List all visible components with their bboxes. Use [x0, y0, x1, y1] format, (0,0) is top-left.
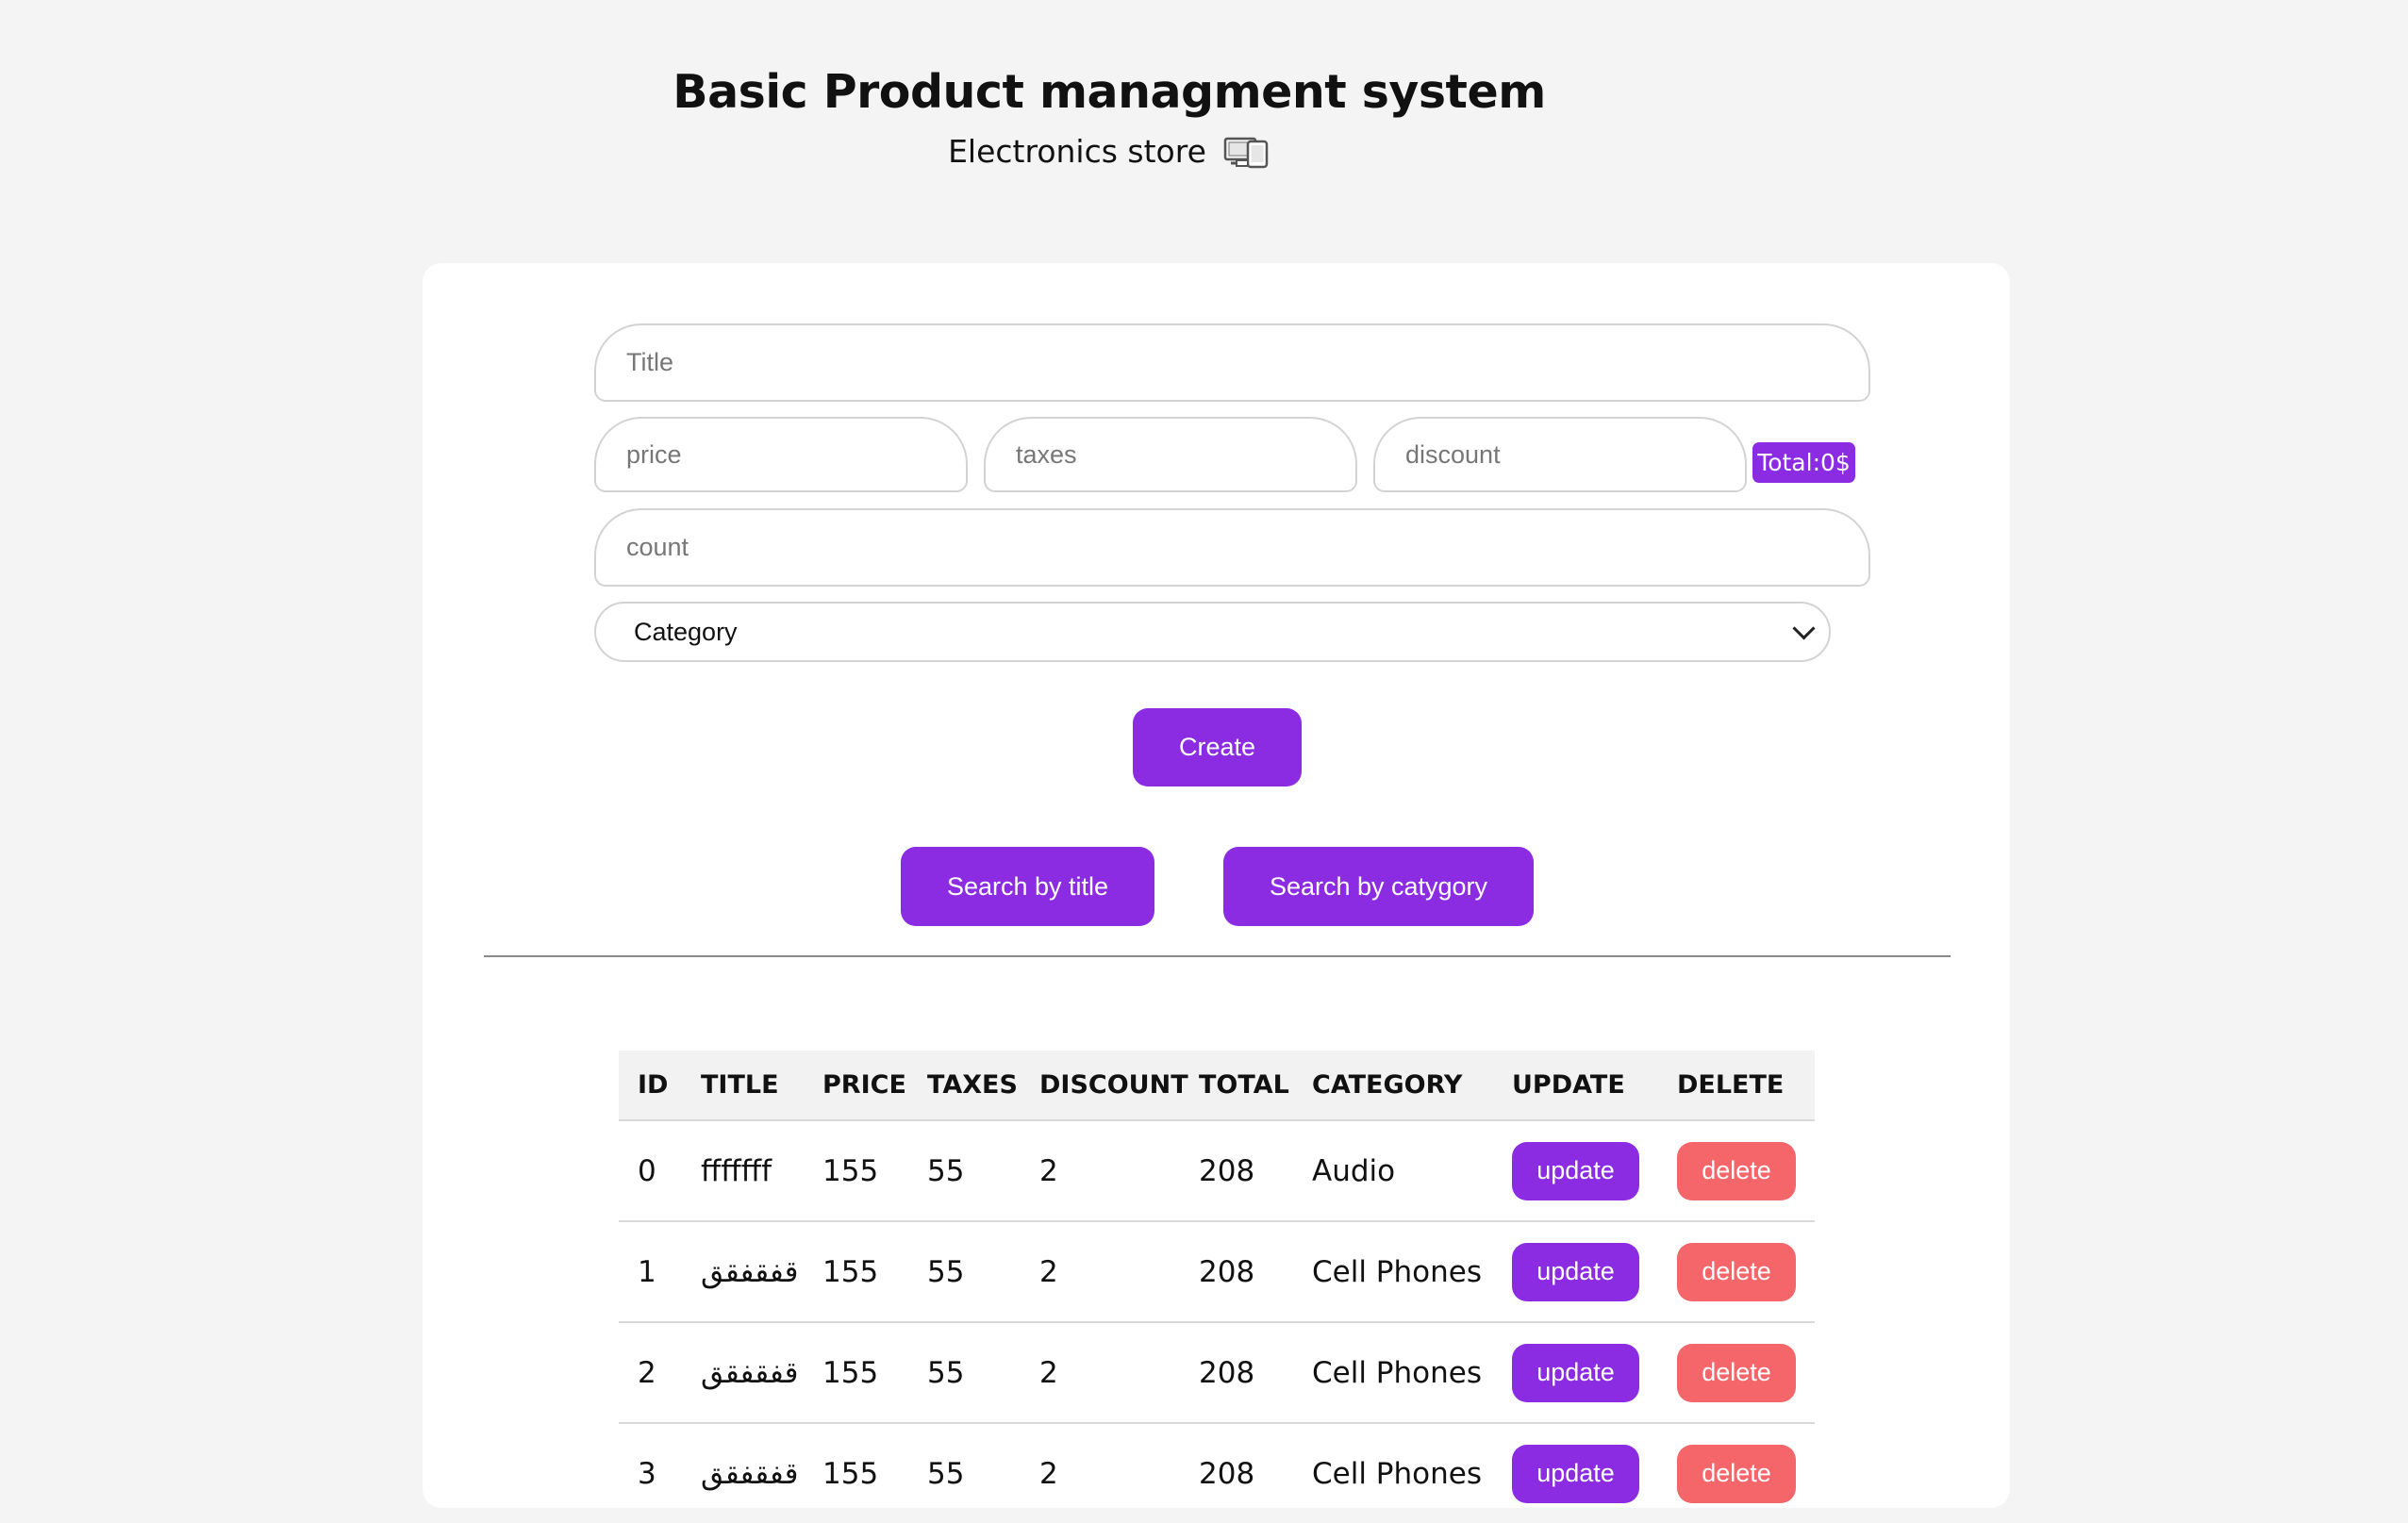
page-subtitle: Electronics store — [948, 126, 1270, 177]
cell-id: 3 — [638, 1456, 656, 1491]
cell-delete: delete — [1658, 1242, 1815, 1301]
cell-total: 208 — [1199, 1254, 1255, 1289]
cell-taxes: 55 — [927, 1456, 965, 1491]
update-button[interactable]: update — [1512, 1444, 1639, 1503]
delete-button[interactable]: delete — [1677, 1444, 1796, 1503]
header-taxes: TAXES — [927, 1070, 1018, 1100]
cell-price: 155 — [822, 1355, 879, 1390]
category-select-value: Category — [634, 617, 738, 646]
title-input[interactable]: Title — [594, 323, 1870, 402]
header-total: TOTAL — [1199, 1070, 1289, 1100]
cell-id: 2 — [638, 1355, 656, 1390]
cell-discount: 2 — [1039, 1153, 1058, 1188]
cell-total: 208 — [1199, 1153, 1255, 1188]
cell-update: update — [1493, 1141, 1658, 1200]
page-title: Basic Product managment system — [673, 65, 1546, 119]
cell-discount: 2 — [1039, 1254, 1058, 1289]
cell-price: 155 — [822, 1153, 879, 1188]
price-input-placeholder: price — [626, 439, 682, 469]
cell-price: 155 — [822, 1254, 879, 1289]
cell-taxes: 55 — [927, 1355, 965, 1390]
cell-id: 0 — [638, 1153, 656, 1188]
cell-delete: delete — [1658, 1444, 1815, 1503]
page-header: Basic Product managment system Electroni… — [0, 58, 2218, 177]
products-table: ID TITLE PRICE TAXES DISCOUNT TOTAL CATE… — [619, 1051, 1815, 1523]
title-input-placeholder: Title — [626, 348, 674, 376]
update-button[interactable]: update — [1512, 1141, 1639, 1200]
search-by-category-button[interactable]: Search by catygory — [1223, 847, 1534, 926]
create-button[interactable]: Create — [1133, 708, 1302, 786]
cell-delete: delete — [1658, 1343, 1815, 1402]
cell-update: update — [1493, 1343, 1658, 1402]
cell-taxes: 55 — [927, 1254, 965, 1289]
cell-total: 208 — [1199, 1456, 1255, 1491]
cell-category: Cell Phones — [1312, 1355, 1482, 1390]
update-button[interactable]: update — [1512, 1343, 1639, 1402]
cell-discount: 2 — [1039, 1355, 1058, 1390]
delete-button[interactable]: delete — [1677, 1343, 1796, 1402]
update-button[interactable]: update — [1512, 1242, 1639, 1301]
header-update: UPDATE — [1512, 1070, 1625, 1100]
header-id: ID — [638, 1070, 669, 1100]
header-category: CATEGORY — [1312, 1070, 1463, 1100]
delete-button[interactable]: delete — [1677, 1141, 1796, 1200]
subtitle-text: Electronics store — [948, 133, 1206, 170]
cell-title: قفقفقق — [701, 1355, 799, 1390]
table-row: 2 قفقفقق 155 55 2 208 Cell Phones update… — [619, 1321, 1815, 1422]
price-input[interactable]: price — [594, 417, 968, 492]
cell-id: 1 — [638, 1254, 656, 1289]
cell-category: Audio — [1312, 1153, 1396, 1188]
cell-total: 208 — [1199, 1355, 1255, 1390]
cell-title: قفقفقق — [701, 1456, 799, 1491]
chevron-down-icon — [1792, 616, 1816, 640]
taxes-input[interactable]: taxes — [984, 417, 1357, 492]
cell-category: Cell Phones — [1312, 1456, 1482, 1491]
total-badge: Total:0$ — [1752, 442, 1855, 483]
category-select[interactable]: Category — [594, 602, 1831, 662]
product-card: Title price taxes discount Total:0$ coun… — [423, 263, 2010, 1508]
cell-update: update — [1493, 1444, 1658, 1503]
cell-title: قفقفقق — [701, 1254, 799, 1289]
search-by-title-button[interactable]: Search by title — [901, 847, 1154, 926]
header-delete: DELETE — [1677, 1070, 1785, 1100]
taxes-input-placeholder: taxes — [1016, 439, 1077, 469]
cell-taxes: 55 — [927, 1153, 965, 1188]
table-row: 0 fffffff 155 55 2 208 Audio update dele… — [619, 1119, 1815, 1220]
section-divider — [484, 955, 1951, 957]
table-header-row: ID TITLE PRICE TAXES DISCOUNT TOTAL CATE… — [619, 1051, 1815, 1119]
cell-discount: 2 — [1039, 1456, 1058, 1491]
delete-button[interactable]: delete — [1677, 1242, 1796, 1301]
header-price: PRICE — [822, 1070, 906, 1100]
count-input[interactable]: count — [594, 508, 1870, 587]
count-input-placeholder: count — [626, 533, 689, 561]
table-row: 1 قفقفقق 155 55 2 208 Cell Phones update… — [619, 1220, 1815, 1321]
cell-update: update — [1493, 1242, 1658, 1301]
discount-input[interactable]: discount — [1373, 417, 1747, 492]
discount-input-placeholder: discount — [1405, 439, 1501, 469]
cell-delete: delete — [1658, 1141, 1815, 1200]
table-row: 3 قفقفقق 155 55 2 208 Cell Phones update… — [619, 1422, 1815, 1523]
header-title: TITLE — [701, 1070, 779, 1100]
header-discount: DISCOUNT — [1039, 1070, 1188, 1100]
cell-title: fffffff — [701, 1153, 772, 1188]
devices-icon — [1223, 134, 1270, 170]
cell-category: Cell Phones — [1312, 1254, 1482, 1289]
cell-price: 155 — [822, 1456, 879, 1491]
